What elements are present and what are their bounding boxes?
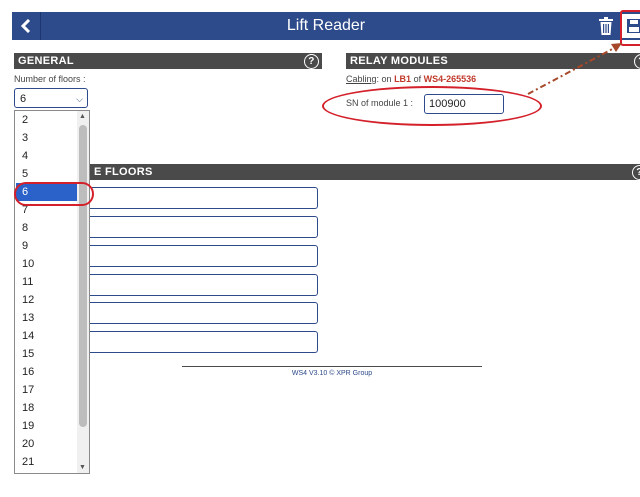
of-text: of — [413, 74, 422, 84]
floor-option[interactable]: 12 — [16, 291, 77, 309]
chevron-down-icon: ⌵ — [76, 94, 83, 104]
floor-option[interactable]: 5 — [16, 165, 77, 183]
scroll-up-arrow-icon[interactable]: ▲ — [79, 113, 86, 120]
cabling-on-text: : on — [376, 74, 392, 84]
floor-option[interactable]: 16 — [16, 363, 77, 381]
floor-name-input-6[interactable] — [62, 331, 318, 353]
cabling-line: Cabling: on LB1 of WS4-265536 — [346, 74, 476, 84]
floor-option[interactable]: 20 — [16, 435, 77, 453]
scroll-down-arrow-icon[interactable]: ▼ — [79, 464, 86, 471]
relay-section-header: RELAY MODULES ? — [346, 53, 640, 69]
floor-option[interactable]: 19 — [16, 417, 77, 435]
general-section-header: GENERAL ? — [14, 53, 322, 69]
floors-dropdown-list: 2 3 4 5 6 7 8 9 10 11 12 13 14 15 16 17 … — [14, 110, 90, 474]
floor-option[interactable]: 2 — [16, 111, 77, 129]
floor-option[interactable]: 11 — [16, 273, 77, 291]
floors-section-header: E FLOORS ? — [90, 164, 640, 180]
delete-button[interactable] — [594, 12, 618, 40]
relay-section-title: RELAY MODULES — [350, 55, 449, 67]
floor-option[interactable]: 18 — [16, 399, 77, 417]
floor-option[interactable]: 9 — [16, 237, 77, 255]
relay-help-icon[interactable]: ? — [634, 54, 640, 69]
floor-option[interactable]: 3 — [16, 129, 77, 147]
floor-option[interactable]: 15 — [16, 345, 77, 363]
cabling-link[interactable]: Cabling — [346, 74, 377, 84]
device-label: WS4-265536 — [423, 74, 477, 84]
floor-option[interactable]: 17 — [16, 381, 77, 399]
floors-select[interactable]: 6 ⌵ — [14, 88, 88, 108]
save-highlight-ring — [620, 10, 640, 46]
lb-label: LB1 — [394, 74, 412, 84]
dropdown-scrollbar[interactable]: ▲ ▼ — [77, 111, 89, 473]
page-title: Lift Reader — [286, 17, 366, 34]
floor-option[interactable]: 21 — [16, 453, 77, 471]
chevron-left-icon — [20, 19, 31, 33]
floor-name-input-4[interactable] — [62, 274, 318, 296]
trash-icon — [599, 17, 613, 35]
floors-label: Number of floors : — [14, 74, 86, 84]
floor-name-input-3[interactable] — [62, 245, 318, 267]
selected-option-highlight-ring — [14, 182, 94, 206]
floors-section-title: E FLOORS — [94, 166, 153, 178]
scrollbar-thumb[interactable] — [79, 125, 87, 427]
top-bar: Lift Reader — [12, 12, 640, 40]
floor-option[interactable]: 10 — [16, 255, 77, 273]
floor-name-input-5[interactable] — [62, 302, 318, 324]
floor-option[interactable]: 4 — [16, 147, 77, 165]
floor-name-input-1[interactable] — [62, 187, 318, 209]
sn-highlight-ring — [322, 86, 542, 126]
footer-divider — [182, 366, 482, 367]
floor-option[interactable]: 14 — [16, 327, 77, 345]
floors-select-value: 6 — [20, 93, 27, 105]
general-section-title: GENERAL — [18, 55, 74, 67]
floor-option[interactable]: 13 — [16, 309, 77, 327]
floor-option[interactable]: 8 — [16, 219, 77, 237]
floor-name-input-2[interactable] — [62, 216, 318, 238]
floors-help-icon[interactable]: ? — [632, 165, 640, 180]
back-button[interactable] — [12, 12, 41, 40]
general-help-icon[interactable]: ? — [304, 54, 319, 69]
footer-text: WS4 V3.10 © XPR Group — [291, 370, 373, 377]
